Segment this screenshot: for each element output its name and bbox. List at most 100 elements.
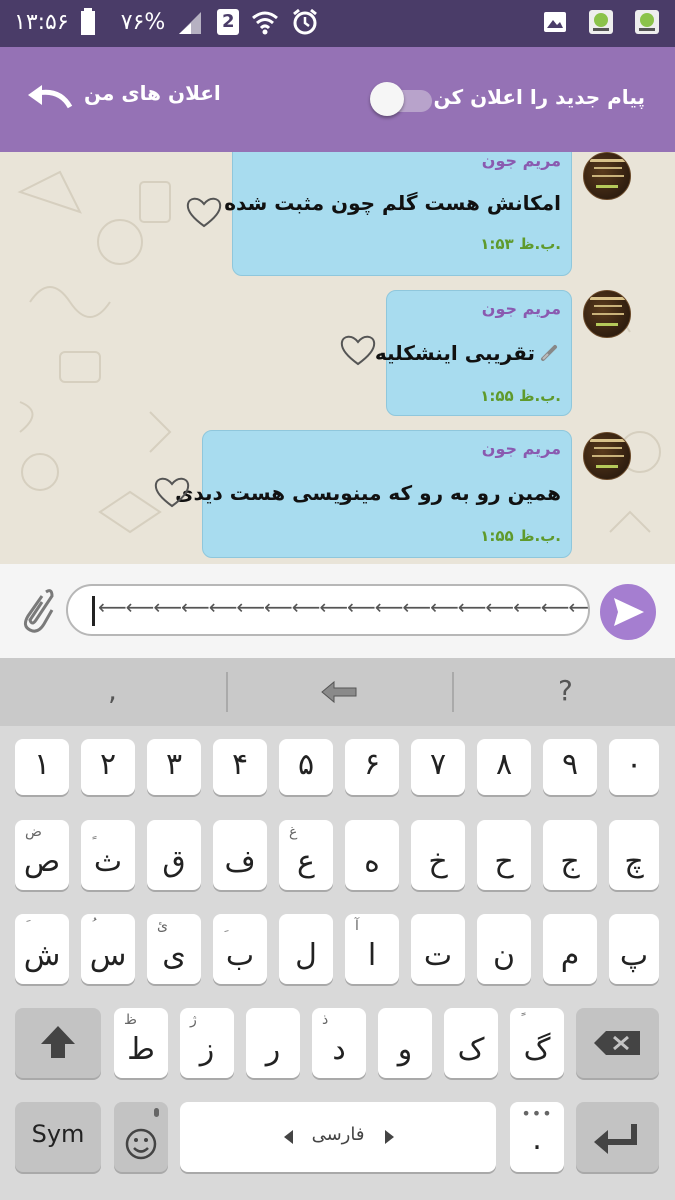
message-input[interactable]: ⟵⟵⟵⟵⟵⟵⟵⟵⟵⟵⟵⟵⟵⟵⟵⟵⟵⟵ <box>66 584 590 636</box>
key[interactable]: ژز <box>180 1008 234 1078</box>
message-item: مریم جون همین رو به رو که مینویسی هست دی… <box>0 428 675 564</box>
space-language-label: فارسی <box>311 1124 365 1145</box>
keyboard: ۱ ۲ ۳ ۴ ۵ ۶ ۷ ۸ ۹ ۰ ضص ٍث ق ف غع ه خ ح ج… <box>0 726 675 1200</box>
app-header: اعلان های من پیام جدید را اعلان کن <box>0 47 675 152</box>
status-bar: ۱۳:۵۶ ۷۶% 2 <box>0 0 675 47</box>
key[interactable]: م <box>543 914 597 984</box>
backspace-key[interactable] <box>576 1008 659 1078</box>
key[interactable]: غع <box>279 820 333 890</box>
sym-key[interactable]: Sym <box>15 1102 101 1172</box>
key[interactable]: ت <box>411 914 465 984</box>
shift-arrow-icon <box>41 1026 75 1058</box>
message-sender: مریم جون <box>481 299 561 318</box>
message-composer: ⟵⟵⟵⟵⟵⟵⟵⟵⟵⟵⟵⟵⟵⟵⟵⟵⟵⟵ <box>0 564 675 658</box>
notify-toggle[interactable] <box>370 82 432 116</box>
suggestion-right[interactable]: ? <box>558 674 573 707</box>
key[interactable]: ف <box>213 820 267 890</box>
send-icon <box>614 598 644 626</box>
key[interactable]: ۴ <box>213 739 267 795</box>
key[interactable]: ج <box>543 820 597 890</box>
key[interactable]: ۲ <box>81 739 135 795</box>
space-key[interactable]: فارسی <box>180 1102 496 1172</box>
divider <box>226 672 228 712</box>
signal-icon <box>177 8 205 36</box>
message-bubble[interactable]: مریم جون همین رو به رو که مینویسی هست دی… <box>175 430 572 558</box>
message-input-value: ⟵⟵⟵⟵⟵⟵⟵⟵⟵⟵⟵⟵⟵⟵⟵⟵⟵⟵ <box>98 595 590 619</box>
key[interactable]: ٍث <box>81 820 135 890</box>
suggestion-left[interactable]: , <box>108 674 117 707</box>
key[interactable]: ضص <box>15 820 69 890</box>
key[interactable]: ر <box>246 1008 300 1078</box>
key[interactable]: ئی <box>147 914 201 984</box>
battery-icon <box>80 8 109 36</box>
key[interactable]: َش <box>15 914 69 984</box>
clock: ۱۳:۵۶ <box>14 9 69 35</box>
attach-icon[interactable] <box>18 586 54 638</box>
heart-icon[interactable] <box>186 196 222 232</box>
avatar[interactable] <box>583 152 631 200</box>
period-key[interactable]: ••• . <box>510 1102 564 1172</box>
back-arrow-icon[interactable] <box>24 83 74 119</box>
message-time: ۱:۵۵ ب.ظ. <box>480 527 561 545</box>
emoji-key[interactable] <box>114 1102 168 1172</box>
enter-icon <box>594 1124 637 1154</box>
key[interactable]: ۸ <box>477 739 531 795</box>
chat-area[interactable]: مریم جون امکانش هست گلم چون مثبت شده ۱:۵… <box>0 152 675 564</box>
gallery-icon <box>541 8 569 36</box>
key[interactable]: ق <box>147 820 201 890</box>
key[interactable]: و <box>378 1008 432 1078</box>
link-icon <box>539 343 559 367</box>
key[interactable]: ۱ <box>15 739 69 795</box>
key[interactable]: خ <box>411 820 465 890</box>
send-button[interactable] <box>600 584 656 640</box>
app-notification-icon <box>587 8 615 36</box>
message-bubble[interactable]: مریم جون امکانش هست گلم چون مثبت شده ۱:۵… <box>224 152 572 276</box>
message-text: تقریبی اینشکلیه <box>374 341 535 365</box>
app-notification-icon <box>633 8 661 36</box>
alarm-icon <box>291 8 319 36</box>
message-sender: مریم جون <box>481 152 561 170</box>
key[interactable]: ۵ <box>279 739 333 795</box>
key[interactable]: ل <box>279 914 333 984</box>
key[interactable]: ُس <box>81 914 135 984</box>
key[interactable]: ِب <box>213 914 267 984</box>
shift-key[interactable] <box>15 1008 101 1078</box>
heart-icon[interactable] <box>154 476 190 512</box>
key[interactable]: ۹ <box>543 739 597 795</box>
key[interactable]: ظط <box>114 1008 168 1078</box>
key[interactable]: ه <box>345 820 399 890</box>
message-bubble[interactable]: مریم جون تقریبی اینشکلیه ۱:۵۵ ب.ظ. <box>375 290 572 416</box>
enter-key[interactable] <box>576 1102 659 1172</box>
toggle-thumb <box>370 82 404 116</box>
key[interactable]: ح <box>477 820 531 890</box>
avatar[interactable] <box>583 290 631 338</box>
page-title: اعلان های من <box>84 81 221 105</box>
divider <box>452 672 454 712</box>
message-sender: مریم جون <box>481 439 561 458</box>
avatar[interactable] <box>583 432 631 480</box>
key[interactable]: پ <box>609 914 659 984</box>
message-time: ۱:۵۵ ب.ظ. <box>480 387 561 405</box>
caret-right-icon <box>384 1129 394 1148</box>
text-cursor <box>92 596 95 626</box>
key[interactable]: چ <box>609 820 659 890</box>
key[interactable]: ۳ <box>147 739 201 795</box>
emoji-icon <box>125 1108 159 1160</box>
key[interactable]: ن <box>477 914 531 984</box>
heart-icon[interactable] <box>340 334 376 370</box>
arrow-left-icon[interactable] <box>320 680 358 708</box>
message-item: مریم جون تقریبی اینشکلیه ۱:۵۵ ب.ظ. <box>0 286 675 426</box>
key[interactable]: ۷ <box>411 739 465 795</box>
sim-badge: 2 <box>217 9 240 35</box>
suggestion-bar: , ? <box>0 658 675 726</box>
key[interactable]: ذد <box>312 1008 366 1078</box>
message-text: امکانش هست گلم چون مثبت شده <box>224 191 561 215</box>
key[interactable]: ۶ <box>345 739 399 795</box>
key[interactable]: آا <box>345 914 399 984</box>
message-time: ۱:۵۳ ب.ظ. <box>480 235 561 253</box>
message-item: مریم جون امکانش هست گلم چون مثبت شده ۱:۵… <box>0 152 675 282</box>
key[interactable]: ۰ <box>609 739 659 795</box>
more-dots-icon: ••• <box>521 1104 553 1123</box>
key[interactable]: ًگ <box>510 1008 564 1078</box>
key[interactable]: ک <box>444 1008 498 1078</box>
